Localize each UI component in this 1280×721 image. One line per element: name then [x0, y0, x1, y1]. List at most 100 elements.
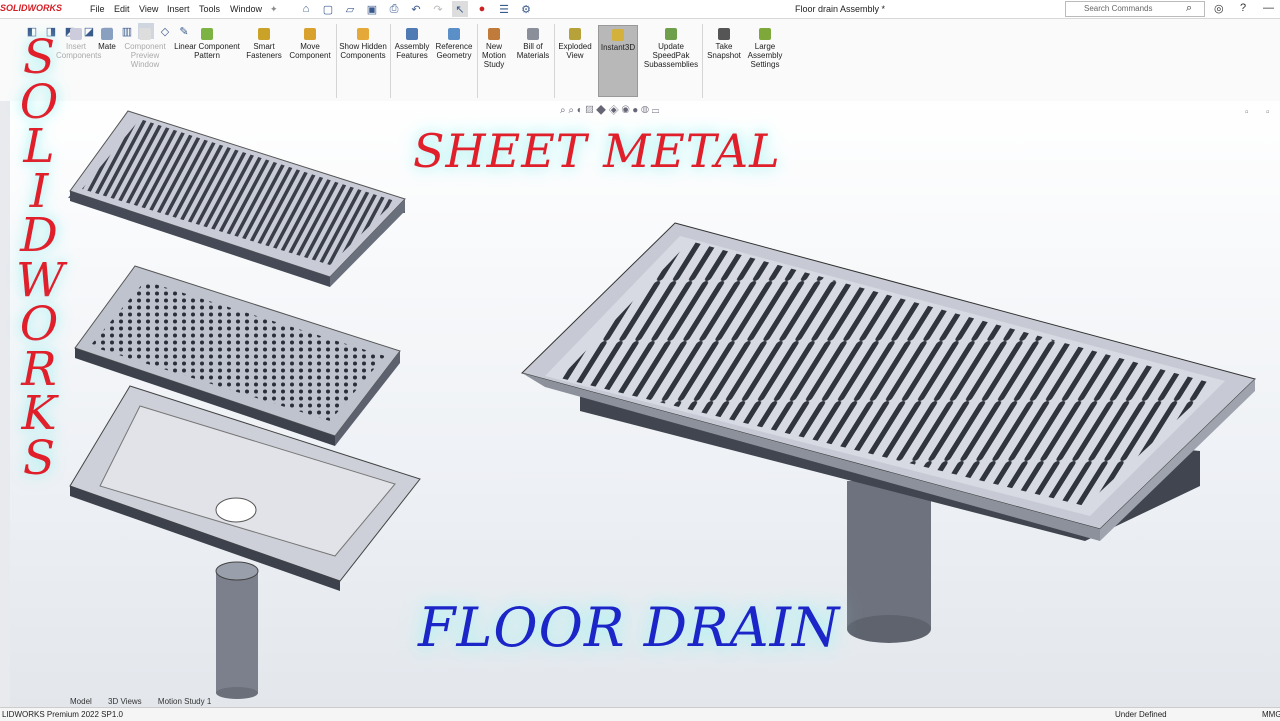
move-component-button[interactable]: Move Component	[287, 28, 333, 60]
redo-icon[interactable]: ↷	[430, 1, 446, 17]
bom-table-icon	[527, 28, 539, 40]
bill-of-materials-button[interactable]: Bill of Materials	[514, 28, 552, 60]
take-snapshot-label: Take Snapshot	[707, 42, 741, 60]
menu-window[interactable]: Window	[230, 4, 262, 14]
new-document-icon[interactable]: ▢	[320, 1, 336, 17]
bottom-tabs: Model 3D Views Motion Study 1	[70, 697, 225, 706]
status-bar: LIDWORKS Premium 2022 SP1.0 Under Define…	[0, 707, 1280, 721]
feature-manager-edge[interactable]	[0, 101, 10, 707]
menu-view[interactable]: View	[139, 4, 158, 14]
separator	[702, 24, 703, 98]
home-icon[interactable]: ⌂	[298, 1, 314, 17]
mate-label: Mate	[98, 42, 116, 51]
separator	[390, 24, 391, 98]
component-preview-button[interactable]: Component Preview Window	[121, 28, 169, 69]
units-indicator[interactable]: MMG	[1262, 710, 1280, 719]
document-title: Floor drain Assembly *	[795, 4, 886, 14]
tab-3d-views[interactable]: 3D Views	[108, 697, 142, 706]
move-component-icon	[304, 28, 316, 40]
menu-tools[interactable]: Tools	[199, 4, 220, 14]
select-arrow-icon[interactable]: ↖	[452, 1, 468, 17]
edit-appearance-icon[interactable]: ●	[632, 105, 638, 116]
file-properties-icon[interactable]: ☰	[496, 1, 512, 17]
menu-edit[interactable]: Edit	[114, 4, 130, 14]
zoom-to-fit-icon[interactable]: ⌕	[560, 105, 566, 116]
show-hidden-button[interactable]: Show Hidden Components	[339, 28, 387, 60]
tab-model[interactable]: Model	[70, 697, 92, 706]
update-speedpak-button[interactable]: Update SpeedPak Subassemblies	[643, 28, 699, 69]
heads-up-view-toolbar[interactable]: ⌕ ⌕ ◐ ▨ ◆ ◈ ◉ ● ◍ ▭	[560, 105, 659, 116]
options-gear-icon[interactable]: ⚙	[518, 1, 534, 17]
linear-pattern-icon	[201, 28, 213, 40]
tab-motion-study[interactable]: Motion Study 1	[158, 697, 211, 706]
insert-components-label: Insert Components	[56, 42, 102, 60]
large-assembly-icon	[759, 28, 771, 40]
sheet-metal-title: SHEET METAL	[413, 124, 781, 178]
minimize-icon[interactable]: —	[1263, 2, 1274, 14]
save-icon[interactable]: ▣	[364, 1, 380, 17]
help-icon[interactable]: ?	[1240, 2, 1246, 14]
reference-geometry-label: Reference Geometry	[435, 42, 473, 60]
take-snapshot-button[interactable]: Take Snapshot	[705, 28, 743, 60]
print-icon[interactable]: ⎙	[386, 1, 402, 17]
section-view-icon[interactable]: ▨	[586, 105, 594, 116]
open-folder-icon[interactable]: ▱	[342, 1, 358, 17]
zoom-area-icon[interactable]: ⌕	[568, 105, 574, 116]
restore-viewport-icon[interactable]: ▫	[1245, 107, 1249, 118]
close-viewport-icon[interactable]: ▫	[1266, 107, 1270, 118]
separator	[336, 24, 337, 98]
traffic-light-icon[interactable]: ●	[474, 1, 490, 17]
apply-scene-icon[interactable]: ◍	[641, 105, 649, 116]
floor-drain-title: FLOOR DRAIN	[418, 596, 841, 659]
vertical-letter: K	[21, 386, 57, 441]
exploded-view-label: Exploded View	[558, 42, 592, 60]
show-hidden-icon	[357, 28, 369, 40]
component-preview-label: Component Preview Window	[124, 42, 166, 69]
camera-icon	[718, 28, 730, 40]
exploded-grate-part[interactable]	[68, 110, 406, 287]
smart-fasteners-button[interactable]: Smart Fasteners	[245, 28, 283, 60]
status-under-defined: Under Defined	[1115, 710, 1167, 719]
reference-geometry-button[interactable]: Reference Geometry	[434, 28, 474, 60]
vertical-letter: L	[23, 119, 55, 174]
search-placeholder: Search Commands	[1084, 4, 1153, 13]
display-style-icon[interactable]: ◈	[609, 105, 619, 116]
large-assembly-button[interactable]: Large Assembly Settings	[745, 28, 785, 69]
pin-icon[interactable]: ✦	[270, 4, 278, 15]
separator	[554, 24, 555, 98]
user-account-icon[interactable]: ◎	[1214, 2, 1224, 15]
instant3d-label: Instant3D	[600, 43, 636, 52]
reference-geometry-icon	[448, 28, 460, 40]
undo-icon[interactable]: ↶	[408, 1, 424, 17]
menu-insert[interactable]: Insert	[167, 4, 190, 14]
insert-components-button[interactable]: Insert Components	[56, 28, 101, 60]
smart-fasteners-label: Smart Fasteners	[246, 42, 282, 60]
assembly-features-button[interactable]: Assembly Features	[393, 28, 431, 60]
vertical-solidworks-text: S O L I D W O R K S	[16, 34, 64, 486]
paperclip-icon	[101, 28, 113, 40]
assembled-floor-drain[interactable]	[521, 222, 1256, 643]
new-motion-study-button[interactable]: New Motion Study	[479, 28, 509, 69]
mate-button[interactable]: Mate	[96, 28, 118, 51]
vertical-letter: S	[22, 430, 56, 486]
exploded-pipe-part[interactable]	[215, 561, 259, 699]
vertical-letter: D	[20, 208, 58, 263]
linear-pattern-button[interactable]: Linear Component Pattern	[172, 28, 242, 60]
previous-view-icon[interactable]: ◐	[577, 105, 583, 116]
instant3d-button[interactable]: Instant3D	[598, 25, 638, 97]
separator	[477, 24, 478, 98]
menu-file[interactable]: File	[90, 4, 105, 14]
vertical-letter: O	[19, 297, 59, 352]
search-commands-input[interactable]: Search Commands	[1065, 1, 1205, 17]
view-settings-icon[interactable]: ▭	[652, 105, 660, 116]
menu-bar: SOLIDWORKS File Edit View Insert Tools W…	[0, 0, 1280, 19]
search-icon[interactable]: ⌕	[1186, 2, 1192, 15]
hide-show-icon[interactable]: ◉	[622, 105, 630, 116]
view-orientation-icon[interactable]: ◆	[596, 105, 606, 116]
update-speedpak-label: Update SpeedPak Subassemblies	[643, 42, 699, 69]
fastener-icon	[258, 28, 270, 40]
assembly-features-icon	[406, 28, 418, 40]
exploded-tray-part[interactable]	[69, 385, 421, 591]
exploded-view-button[interactable]: Exploded View	[557, 28, 593, 60]
app-logo[interactable]: SOLIDWORKS	[0, 3, 62, 13]
